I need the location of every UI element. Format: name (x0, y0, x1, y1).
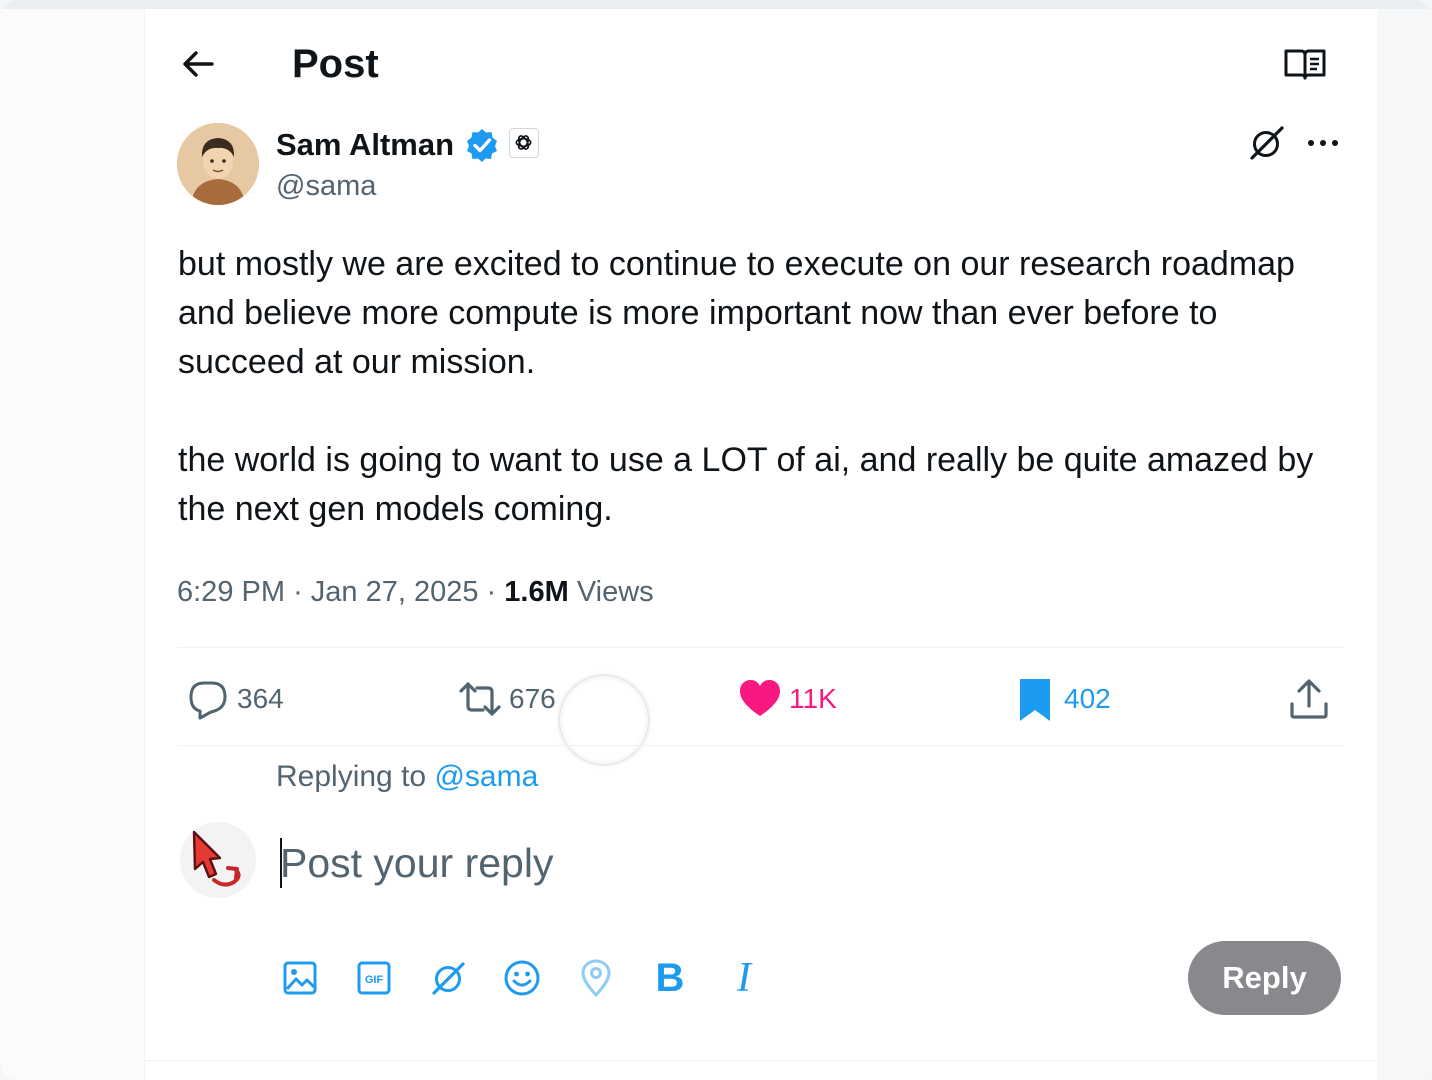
text-caret (280, 838, 282, 888)
tweet-time[interactable]: 6:29 PM (177, 576, 285, 608)
reply-count: 364 (237, 683, 284, 714)
image-icon[interactable] (278, 956, 322, 1000)
divider (177, 647, 1344, 648)
verified-badge-icon[interactable] (464, 127, 500, 163)
my-avatar[interactable] (180, 822, 256, 898)
bookmark-count: 402 (1064, 683, 1111, 714)
like-action[interactable]: 11K (737, 674, 837, 724)
browser-viewport: » Post Sam Altman (0, 0, 1432, 1080)
reply-button[interactable]: Reply (1188, 941, 1341, 1015)
page-title: Post (292, 42, 379, 86)
left-gutter (0, 9, 144, 1080)
like-count: 11K (789, 683, 837, 714)
touch-indicator (560, 676, 648, 764)
more-icon[interactable] (1303, 125, 1343, 161)
bold-icon[interactable]: B (648, 956, 692, 1000)
share-action[interactable] (1286, 674, 1332, 724)
replying-to: Replying to @sama (276, 758, 538, 796)
meta-separator: · (293, 576, 311, 608)
author-name[interactable]: Sam Altman (276, 126, 454, 164)
svg-text:GIF: GIF (365, 974, 384, 986)
bookmark-action[interactable]: 402 (1012, 674, 1111, 724)
tweet-date[interactable]: Jan 27, 2025 (311, 576, 479, 608)
emoji-icon[interactable] (500, 956, 544, 1000)
location-icon[interactable] (574, 956, 618, 1000)
grok-icon[interactable] (426, 956, 470, 1000)
reader-mode-icon[interactable] (1283, 46, 1327, 82)
grok-icon[interactable] (1247, 123, 1287, 163)
views-label: Views (576, 576, 654, 608)
replying-mention[interactable]: @sama (434, 760, 538, 793)
replying-prefix: Replying to (276, 760, 427, 793)
meta-separator: · (486, 576, 505, 608)
back-arrow-icon[interactable] (178, 44, 218, 84)
italic-icon[interactable]: I (722, 955, 766, 1001)
divider (144, 1060, 1376, 1061)
reply-input[interactable] (280, 834, 1160, 892)
repost-action[interactable]: 676 (457, 674, 556, 724)
reply-icon (189, 681, 227, 720)
gif-icon[interactable]: GIF (352, 956, 396, 1000)
share-icon (1290, 679, 1328, 719)
reply-action[interactable]: 364 (185, 674, 284, 724)
divider (177, 745, 1344, 746)
author-avatar[interactable] (177, 123, 259, 205)
bookmark-icon (1020, 679, 1050, 721)
tweet-meta: 6:29 PM · Jan 27, 2025 · 1.6M Views (177, 572, 654, 612)
author-handle[interactable]: @sama (276, 168, 376, 204)
like-icon (740, 680, 780, 716)
repost-icon (459, 682, 501, 716)
tweet-text: but mostly we are excited to continue to… (178, 245, 1314, 528)
top-edge (0, 0, 1432, 9)
repost-count: 676 (509, 683, 556, 714)
openai-logo-icon[interactable] (509, 128, 539, 158)
right-sidebar: » (1376, 9, 1432, 1080)
views-count: 1.6M (504, 576, 569, 608)
